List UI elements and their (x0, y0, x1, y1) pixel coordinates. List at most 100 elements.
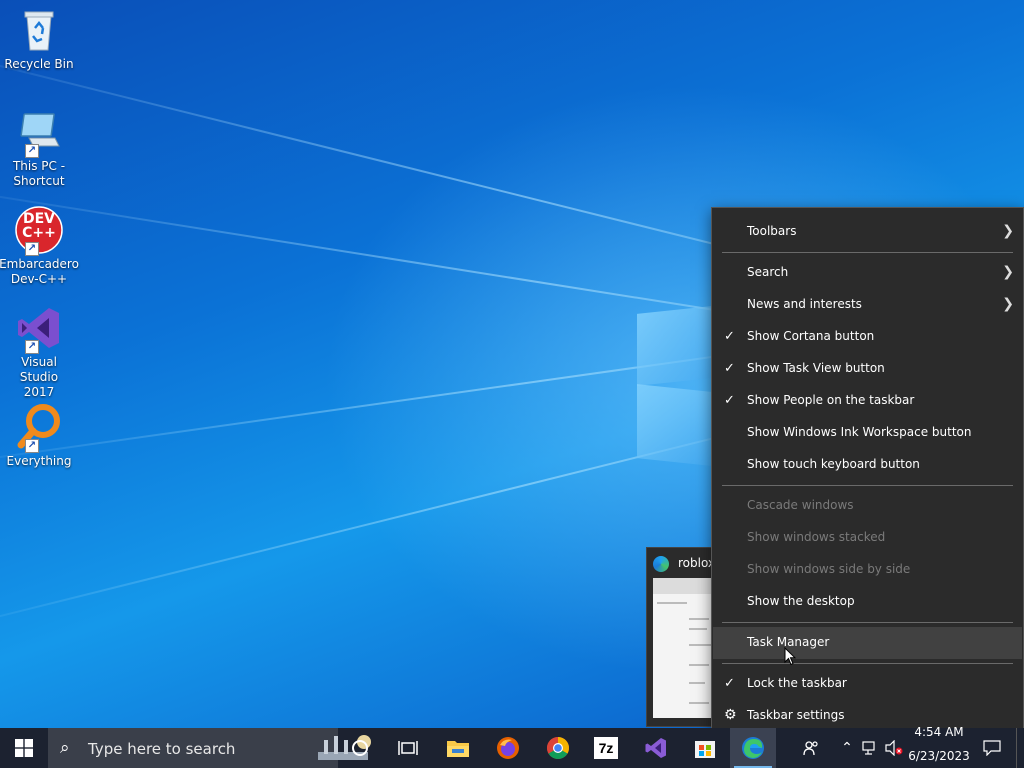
chevron-right-icon: ❯ (1002, 264, 1014, 280)
show-hidden-icons-button[interactable]: ⌃ (838, 728, 856, 768)
notification-icon (983, 740, 1001, 756)
recycle-bin-icon (15, 6, 63, 54)
menu-item-label: Lock the taskbar (747, 676, 847, 690)
desktop-icon-visual-studio[interactable]: ↗ Visual Studio 2017 (2, 304, 76, 400)
volume-muted-icon (885, 740, 903, 756)
people-icon (803, 741, 818, 756)
menu-item-label: Show the desktop (747, 594, 855, 608)
volume-button[interactable] (883, 728, 905, 768)
windows-start-icon (15, 739, 33, 757)
taskbar-app-7zip[interactable]: 7z (584, 728, 628, 768)
shortcut-arrow-icon: ↗ (25, 439, 39, 453)
desktop-icon-recycle-bin[interactable]: Recycle Bin (2, 6, 76, 72)
thumbnail-title: roblox (678, 556, 716, 570)
visual-studio-icon (645, 738, 666, 758)
taskbar-search-box[interactable]: ⌕ Type here to search (48, 728, 371, 768)
cortana-button[interactable] (338, 728, 382, 768)
menu-item-show-cortana[interactable]: ✓ Show Cortana button (713, 321, 1022, 353)
menu-item-task-manager[interactable]: Task Manager (713, 627, 1022, 659)
action-center-button[interactable] (978, 728, 1006, 768)
menu-item-show-task-view[interactable]: ✓ Show Task View button (713, 353, 1022, 385)
windows-logo-pane (637, 384, 711, 466)
edge-icon (742, 737, 764, 759)
menu-item-label: Show Cortana button (747, 329, 875, 343)
menu-item-label: Taskbar settings (747, 708, 845, 722)
firefox-icon (497, 737, 519, 759)
network-button[interactable] (860, 728, 880, 768)
chevron-up-icon: ⌃ (841, 740, 853, 756)
visual-studio-icon: ↗ (15, 304, 63, 354)
desktop-icon-devcpp[interactable]: DEV C++ ↗ Embarcadero Dev-C++ (0, 206, 79, 287)
menu-item-label: News and interests (747, 297, 862, 311)
windows-logo-pane (637, 306, 711, 386)
menu-separator (722, 485, 1013, 486)
taskbar-app-edge[interactable] (730, 728, 776, 768)
shortcut-arrow-icon: ↗ (25, 144, 39, 158)
menu-item-show-touch-keyboard[interactable]: Show touch keyboard button (713, 449, 1022, 481)
everything-icon: ↗ (15, 403, 63, 453)
edge-icon (653, 556, 669, 572)
search-placeholder: Type here to search (88, 740, 236, 758)
checkmark-icon: ✓ (724, 676, 735, 691)
task-view-button[interactable] (386, 728, 430, 768)
taskbar-app-visual-studio[interactable] (634, 728, 678, 768)
clock-date: 6/23/2023 (908, 749, 970, 763)
menu-item-label: Toolbars (747, 224, 797, 238)
menu-item-news-and-interests[interactable]: News and interests ❯ (713, 289, 1022, 321)
cortana-icon (352, 740, 368, 756)
menu-item-label: Show Windows Ink Workspace button (747, 425, 972, 439)
checkmark-icon: ✓ (724, 393, 735, 408)
taskbar-app-chrome[interactable] (536, 728, 580, 768)
desktop-icon-everything[interactable]: ↗ Everything (2, 403, 76, 469)
people-button[interactable] (797, 728, 825, 768)
menu-item-lock-taskbar[interactable]: ✓ Lock the taskbar (713, 668, 1022, 700)
desktop-icon-this-pc[interactable]: ↗ This PC - Shortcut (2, 108, 76, 189)
taskbar-app-store[interactable] (683, 728, 727, 768)
menu-item-cascade-windows: Cascade windows (713, 490, 1022, 522)
taskbar-app-firefox[interactable] (486, 728, 530, 768)
menu-item-show-people[interactable]: ✓ Show People on the taskbar (713, 385, 1022, 417)
devcpp-logo-text: DEV C++ (22, 211, 56, 241)
taskbar-app-file-explorer[interactable] (436, 728, 480, 768)
menu-item-search[interactable]: Search ❯ (713, 257, 1022, 289)
desktop-icon-label: Recycle Bin (4, 57, 74, 71)
mouse-cursor-icon (784, 647, 796, 666)
chrome-icon (547, 737, 569, 759)
menu-item-show-desktop[interactable]: Show the desktop (713, 586, 1022, 618)
menu-item-label: Cascade windows (747, 498, 854, 512)
menu-item-show-ink-workspace[interactable]: Show Windows Ink Workspace button (713, 417, 1022, 449)
menu-item-label: Show windows side by side (747, 562, 911, 576)
devcpp-icon: DEV C++ ↗ (15, 206, 63, 256)
network-icon (862, 741, 875, 755)
menu-separator (722, 622, 1013, 623)
7zip-icon: 7z (594, 737, 618, 759)
menu-item-windows-side-by-side: Show windows side by side (713, 554, 1022, 586)
menu-separator (722, 252, 1013, 253)
desktop-icon-label: This PC - Shortcut (12, 159, 66, 188)
gear-icon: ⚙ (724, 707, 737, 723)
menu-item-label: Search (747, 265, 789, 279)
menu-separator (722, 663, 1013, 664)
desktop-icon-label: Visual Studio 2017 (19, 355, 59, 399)
show-desktop-button[interactable] (1016, 728, 1024, 768)
desktop-icon-label: Embarcadero Dev-C++ (0, 257, 79, 286)
menu-item-label: Show touch keyboard button (747, 457, 920, 471)
start-button[interactable] (0, 728, 48, 768)
this-pc-icon: ↗ (15, 108, 63, 158)
menu-item-windows-stacked: Show windows stacked (713, 522, 1022, 554)
clock-time: 4:54 AM (914, 725, 964, 739)
chevron-right-icon: ❯ (1002, 223, 1014, 239)
taskbar-context-menu: Toolbars ❯ Search ❯ News and interests ❯… (711, 207, 1024, 741)
taskbar[interactable]: ⌕ Type here to search 7z ⌃ 4:54 AM 6/23/… (0, 725, 1024, 768)
edge-thumbnail-preview[interactable]: roblox (646, 547, 716, 727)
thumbnail-image (653, 578, 715, 718)
menu-item-label: Show windows stacked (747, 530, 886, 544)
menu-item-label: Show Task View button (747, 361, 885, 375)
menu-item-label: Show People on the taskbar (747, 393, 915, 407)
taskbar-clock[interactable]: 4:54 AM 6/23/2023 (905, 725, 973, 768)
store-icon (695, 741, 715, 758)
shortcut-arrow-icon: ↗ (25, 242, 39, 256)
task-view-icon (398, 741, 418, 755)
menu-item-toolbars[interactable]: Toolbars ❯ (713, 216, 1022, 248)
shortcut-arrow-icon: ↗ (25, 340, 39, 354)
